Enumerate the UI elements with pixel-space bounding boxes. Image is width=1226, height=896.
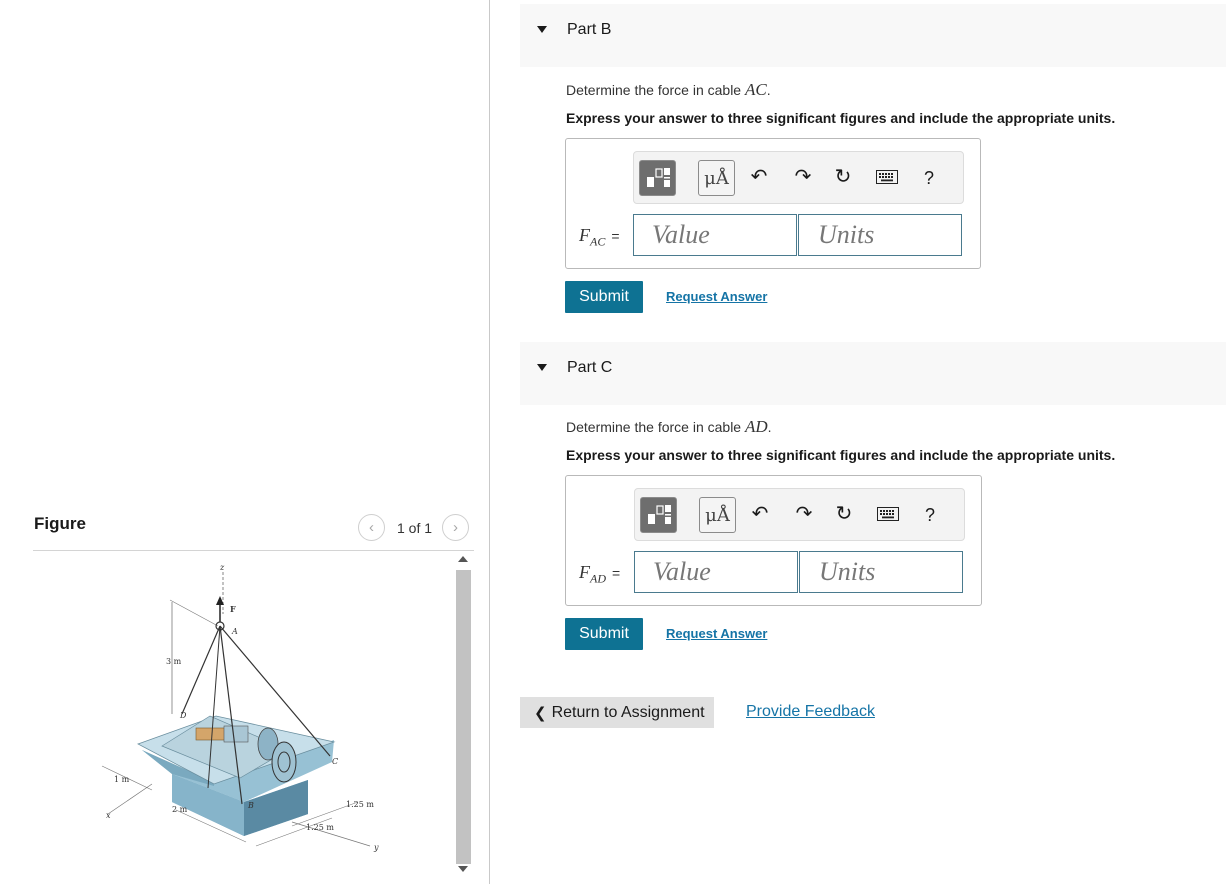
label-dim-2m: 2 m: [172, 805, 188, 814]
figure-divider: [33, 550, 474, 551]
part-c-instruction: Express your answer to three significant…: [566, 447, 1116, 463]
part-b-request-answer-link[interactable]: Request Answer: [666, 289, 767, 304]
scroll-thumb[interactable]: [456, 570, 471, 864]
prompt-suffix: .: [767, 419, 772, 435]
label-equals: =: [612, 565, 621, 581]
undo-icon: ↶: [751, 503, 769, 525]
part-b-answer-box: μÅ ↶ ↷ ↻ ? FAC = Value Units: [565, 138, 981, 269]
keyboard-icon: [876, 170, 898, 184]
templates-button[interactable]: [639, 160, 676, 196]
templates-button[interactable]: [640, 497, 677, 533]
reset-button[interactable]: ↻: [833, 503, 855, 525]
label-subscript: AD: [590, 571, 606, 586]
keyboard-icon: [877, 507, 899, 521]
label-c: C: [332, 757, 338, 766]
prompt-text: Determine the force in cable: [566, 419, 742, 435]
keyboard-button[interactable]: [877, 503, 899, 525]
part-c-value-input[interactable]: Value: [634, 551, 798, 593]
label-d: D: [179, 711, 187, 720]
caret-down-icon: [537, 364, 547, 371]
part-b-prompt: Determine the force in cable AC.: [566, 80, 771, 100]
pager-text: 1 of 1: [397, 519, 433, 536]
label-b: B: [247, 801, 254, 810]
return-to-assignment-button[interactable]: ❮ Return to Assignment: [520, 697, 714, 728]
redo-button[interactable]: ↷: [792, 166, 814, 188]
next-figure-button[interactable]: ›: [442, 514, 470, 541]
label-z: z: [219, 563, 225, 572]
part-c-field-label: FAD =: [579, 562, 620, 587]
provide-feedback-link[interactable]: Provide Feedback: [746, 703, 875, 721]
part-b-units-input[interactable]: Units: [798, 214, 962, 256]
help-button[interactable]: ?: [924, 168, 934, 189]
label-f: F: [230, 604, 236, 614]
part-c-submit-button[interactable]: Submit: [565, 618, 643, 650]
scroll-down-arrow-icon[interactable]: [458, 866, 468, 872]
templates-icon: [647, 168, 670, 187]
units-button[interactable]: μÅ: [699, 497, 736, 533]
label-height: 3 m: [166, 657, 182, 666]
math-toolbar: μÅ ↶ ↷ ↻ ?: [634, 488, 965, 541]
label-symbol: F: [579, 225, 590, 245]
templates-icon: [648, 505, 671, 524]
label-equals: =: [611, 228, 620, 244]
math-toolbar: μÅ ↶ ↷ ↻ ?: [633, 151, 964, 204]
label-symbol: F: [579, 562, 590, 582]
help-icon: ?: [925, 505, 936, 525]
part-c-units-input[interactable]: Units: [799, 551, 963, 593]
label-dim-1m: 1 m: [114, 775, 130, 784]
return-label: Return to Assignment: [551, 703, 705, 721]
redo-icon: ↷: [794, 166, 812, 188]
prompt-variable: AD: [744, 417, 768, 436]
prompt-suffix: .: [766, 82, 771, 98]
undo-button[interactable]: ↶: [749, 503, 771, 525]
part-c-prompt: Determine the force in cable AD.: [566, 417, 772, 437]
undo-icon: ↶: [750, 166, 768, 188]
scroll-up-arrow-icon[interactable]: [458, 556, 468, 562]
part-b-header[interactable]: Part B: [520, 4, 1226, 67]
prompt-text: Determine the force in cable: [566, 82, 742, 98]
prev-figure-button[interactable]: ‹: [358, 514, 385, 541]
chevron-right-icon: ›: [453, 519, 459, 536]
panel-divider: [489, 0, 490, 884]
part-b-instruction: Express your answer to three significant…: [566, 110, 1116, 126]
label-dim-125a: 1.25 m: [346, 800, 374, 809]
figure-scrollbar[interactable]: [454, 554, 473, 872]
label-subscript: AC: [590, 234, 606, 249]
units-icon: μÅ: [704, 167, 729, 189]
label-a: A: [231, 627, 238, 636]
caret-down-icon: [537, 26, 547, 33]
label-y: y: [373, 843, 379, 852]
undo-button[interactable]: ↶: [748, 166, 770, 188]
reset-button[interactable]: ↻: [832, 166, 854, 188]
help-icon: ?: [924, 168, 935, 188]
part-c-header[interactable]: Part C: [520, 342, 1226, 405]
reset-icon: ↻: [835, 503, 853, 525]
keyboard-button[interactable]: [876, 166, 898, 188]
redo-button[interactable]: ↷: [793, 503, 815, 525]
units-button[interactable]: μÅ: [698, 160, 735, 196]
part-c-request-answer-link[interactable]: Request Answer: [666, 626, 767, 641]
chevron-left-icon: ‹: [369, 519, 374, 536]
part-b-submit-button[interactable]: Submit: [565, 281, 643, 313]
part-c-title: Part C: [567, 359, 613, 376]
part-b-field-label: FAC =: [579, 225, 620, 250]
figure-pager: ‹ 1 of 1 ›: [358, 514, 470, 541]
figure-title: Figure: [34, 514, 86, 533]
chevron-left-icon: ❮: [534, 704, 547, 722]
figure-panel: Figure ‹ 1 of 1 › z F A D B C x y 3 m 1 …: [0, 0, 490, 896]
label-x: x: [106, 811, 111, 820]
part-b-title: Part B: [567, 21, 612, 38]
reset-icon: ↻: [834, 166, 852, 188]
part-c-answer-box: μÅ ↶ ↷ ↻ ? FAD = Value Units: [565, 475, 982, 606]
help-button[interactable]: ?: [925, 505, 935, 526]
label-dim-125b: 1.25 m: [306, 823, 334, 832]
prompt-variable: AC: [744, 80, 767, 99]
figure-image: z F A D B C x y 3 m 1 m 2 m 1.25 m 1.25 …: [101, 563, 379, 852]
part-b-value-input[interactable]: Value: [633, 214, 797, 256]
units-icon: μÅ: [705, 504, 730, 526]
redo-icon: ↷: [795, 503, 813, 525]
